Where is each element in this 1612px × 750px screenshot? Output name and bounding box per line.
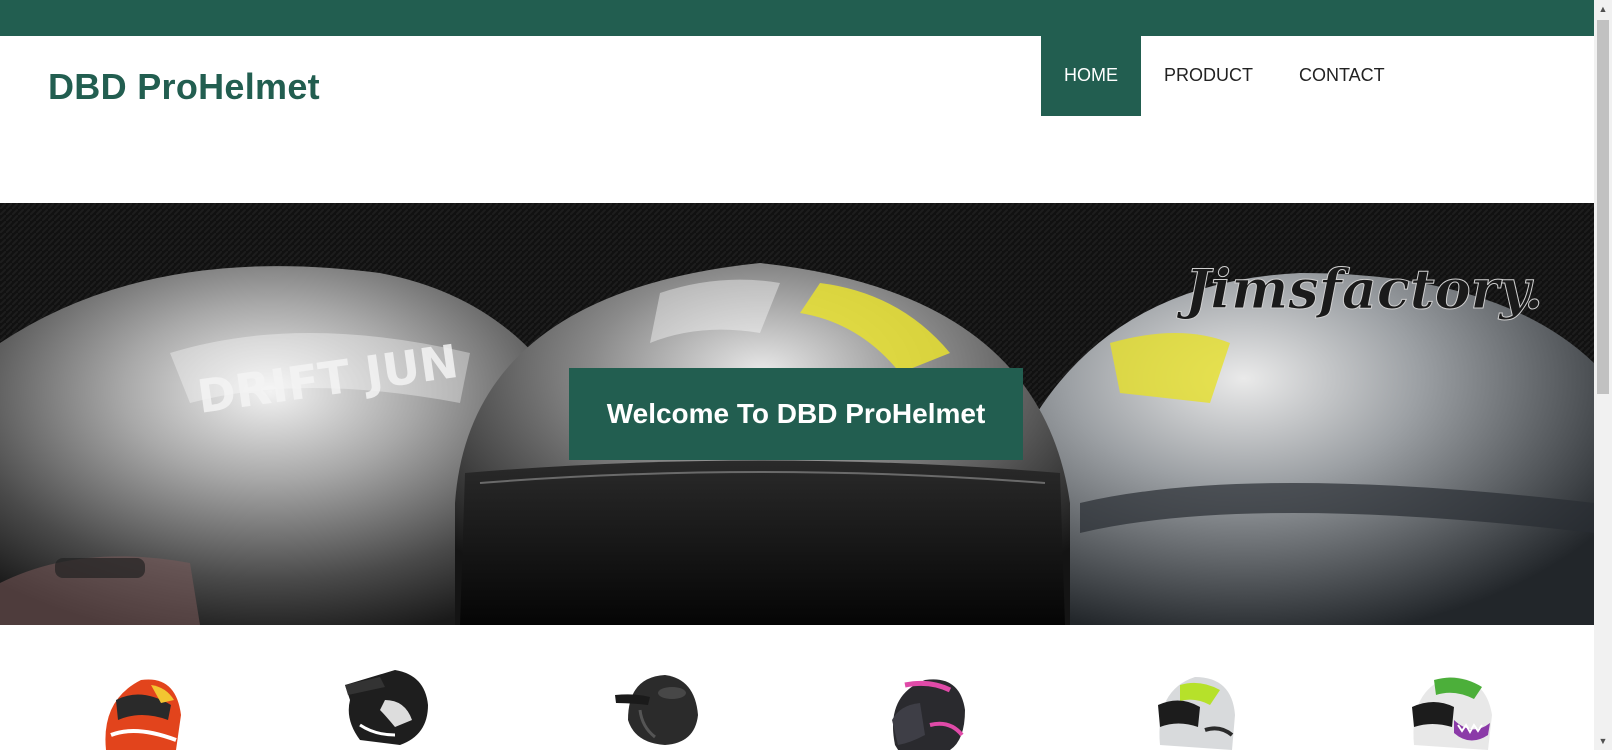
site-logo-title[interactable]: DBD ProHelmet xyxy=(48,66,320,108)
vertical-scrollbar[interactable]: ▲ ▼ xyxy=(1594,0,1612,750)
red-racing-helmet-icon[interactable] xyxy=(96,665,192,750)
joker-helmet-icon[interactable] xyxy=(1404,665,1500,750)
product-strip xyxy=(0,625,1594,750)
hero-banner: DRIFT JUN Jimsfactory. Welcome To DBD Pr… xyxy=(0,203,1594,625)
top-bar xyxy=(0,0,1594,36)
scroll-up-arrow-icon[interactable]: ▲ xyxy=(1594,0,1612,18)
nav-contact[interactable]: CONTACT xyxy=(1276,36,1408,116)
page: DBD ProHelmet HOME PRODUCT CONTACT DRIFT… xyxy=(0,0,1612,750)
pink-jet-helmet-icon[interactable] xyxy=(880,665,976,750)
motocross-helmet-icon[interactable] xyxy=(340,665,436,750)
nav-product[interactable]: PRODUCT xyxy=(1141,36,1276,116)
welcome-banner: Welcome To DBD ProHelmet xyxy=(569,368,1023,460)
green-racing-helmet-icon[interactable] xyxy=(1150,665,1246,750)
scroll-down-arrow-icon[interactable]: ▼ xyxy=(1594,732,1612,750)
scrollbar-thumb[interactable] xyxy=(1597,20,1609,394)
jims-factory-logo: Jimsfactory. xyxy=(1176,257,1543,321)
nav-home[interactable]: HOME xyxy=(1041,36,1141,116)
open-face-helmet-icon[interactable] xyxy=(610,665,706,750)
main-nav: HOME PRODUCT CONTACT xyxy=(1041,36,1408,116)
site-header: DBD ProHelmet HOME PRODUCT CONTACT xyxy=(0,36,1594,203)
